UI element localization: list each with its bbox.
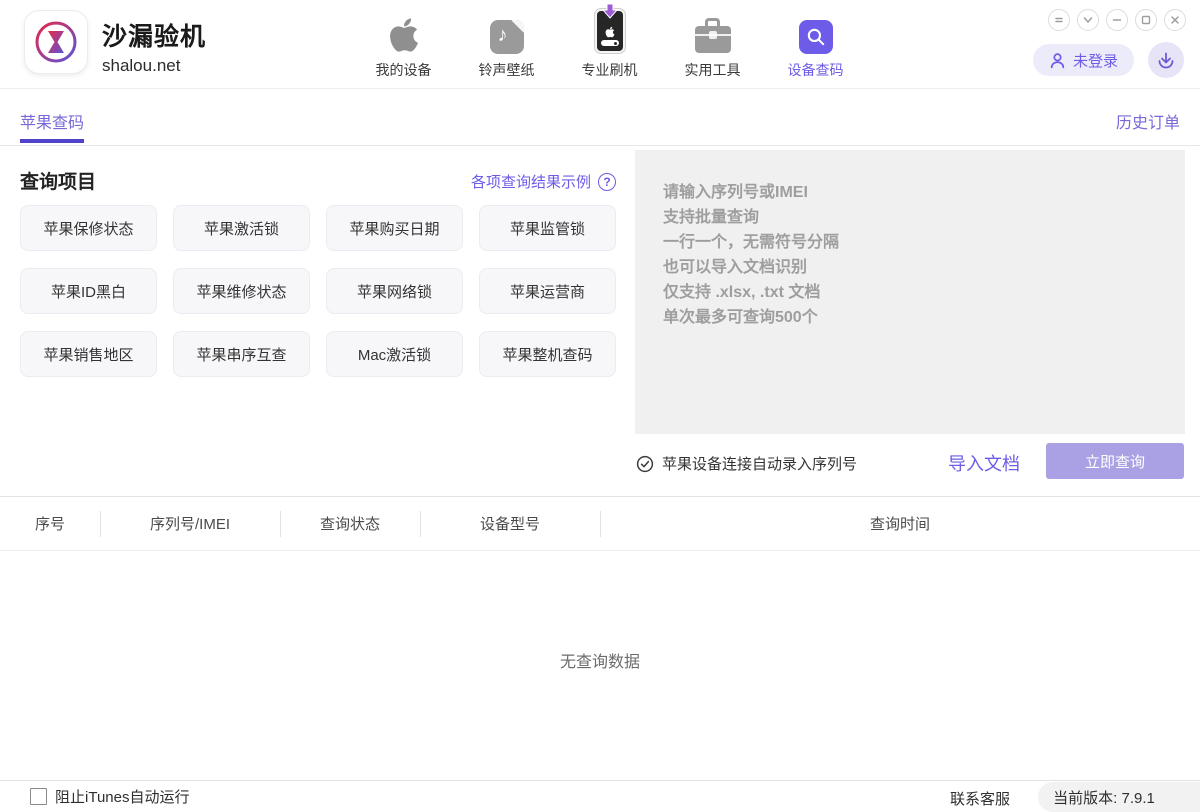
import-document-link[interactable]: 导入文档 bbox=[948, 450, 1020, 476]
checkbox-icon[interactable] bbox=[30, 788, 47, 805]
check-circle-icon bbox=[636, 455, 654, 473]
app-window: 沙漏验机 shalou.net 我的设备 ♪ 铃声壁纸 bbox=[0, 0, 1200, 812]
nav-label: 专业刷机 bbox=[582, 60, 638, 80]
nav-item-ringtone-wallpaper[interactable]: ♪ 铃声壁纸 bbox=[455, 7, 558, 80]
chevron-down-icon[interactable] bbox=[1077, 9, 1099, 31]
itunes-checkbox-label: 阻止iTunes自动运行 bbox=[55, 786, 189, 807]
close-icon[interactable] bbox=[1164, 9, 1186, 31]
query-item-button[interactable]: 苹果激活锁 bbox=[173, 205, 310, 251]
examples-label: 各项查询结果示例 bbox=[471, 171, 591, 192]
apple-icon bbox=[389, 7, 419, 57]
wallpaper-icon: ♪ bbox=[490, 20, 524, 54]
version-badge: 当前版本: 7.9.1 bbox=[1038, 782, 1200, 812]
itunes-block-checkbox[interactable]: 阻止iTunes自动运行 bbox=[30, 786, 189, 807]
main-nav: 我的设备 ♪ 铃声壁纸 bbox=[352, 7, 867, 80]
query-item-button[interactable]: 苹果维修状态 bbox=[173, 268, 310, 314]
query-item-button[interactable]: 苹果ID黑白 bbox=[20, 268, 157, 314]
minimize-icon[interactable] bbox=[1106, 9, 1128, 31]
tab-underline bbox=[20, 139, 84, 143]
nav-label: 实用工具 bbox=[685, 60, 741, 80]
app-title: 沙漏验机 bbox=[102, 17, 206, 53]
tab-apple-check[interactable]: 苹果查码 bbox=[20, 109, 84, 133]
contact-support-link[interactable]: 联系客服 bbox=[950, 788, 1010, 809]
query-section: 查询项目 各项查询结果示例 ? 苹果保修状态 苹果激活锁 苹果购买日期 苹果监管… bbox=[0, 147, 1200, 496]
query-item-button[interactable]: 苹果购买日期 bbox=[326, 205, 463, 251]
tab-bar: 苹果查码 历史订单 bbox=[0, 90, 1200, 146]
user-icon bbox=[1049, 52, 1066, 69]
login-button[interactable]: 未登录 bbox=[1033, 44, 1134, 76]
auto-entry-toggle[interactable]: 苹果设备连接自动录入序列号 bbox=[636, 453, 857, 474]
login-label: 未登录 bbox=[1073, 50, 1118, 71]
message-icon[interactable] bbox=[1048, 9, 1070, 31]
hourglass-logo-icon bbox=[33, 19, 79, 65]
download-icon bbox=[1156, 50, 1176, 70]
help-icon[interactable]: ? bbox=[598, 173, 616, 191]
app-subtitle: shalou.net bbox=[102, 56, 206, 76]
maximize-icon[interactable] bbox=[1135, 9, 1157, 31]
flash-phone-icon bbox=[593, 4, 627, 54]
query-item-button[interactable]: 苹果运营商 bbox=[479, 268, 616, 314]
query-examples-link[interactable]: 各项查询结果示例 ? bbox=[471, 171, 616, 192]
nav-item-device-check[interactable]: 设备查码 bbox=[764, 7, 867, 80]
history-orders-link[interactable]: 历史订单 bbox=[1116, 109, 1180, 133]
column-header-time: 查询时间 bbox=[600, 513, 1200, 534]
auto-entry-label: 苹果设备连接自动录入序列号 bbox=[662, 453, 857, 474]
empty-state-text: 无查询数据 bbox=[0, 648, 1200, 672]
query-item-button[interactable]: 苹果销售地区 bbox=[20, 331, 157, 377]
column-header-serial: 序列号/IMEI bbox=[100, 513, 280, 534]
nav-label: 铃声壁纸 bbox=[479, 60, 535, 80]
column-header-model: 设备型号 bbox=[420, 513, 600, 534]
query-now-button[interactable]: 立即查询 bbox=[1046, 443, 1184, 479]
music-note-glyph: ♪ bbox=[498, 24, 508, 47]
query-items-grid: 苹果保修状态 苹果激活锁 苹果购买日期 苹果监管锁 苹果ID黑白 苹果维修状态 … bbox=[20, 205, 616, 377]
toolbox-icon bbox=[695, 18, 731, 54]
serial-number-input[interactable] bbox=[635, 150, 1185, 434]
query-item-button[interactable]: 苹果整机查码 bbox=[479, 331, 616, 377]
app-header: 沙漏验机 shalou.net 我的设备 ♪ 铃声壁纸 bbox=[0, 0, 1200, 89]
title-block: 沙漏验机 shalou.net bbox=[102, 17, 206, 76]
nav-label: 设备查码 bbox=[788, 60, 844, 80]
footer-bar: 阻止iTunes自动运行 联系客服 当前版本: 7.9.1 bbox=[0, 780, 1200, 812]
query-items-heading: 查询项目 bbox=[20, 167, 96, 194]
download-arrow-glyph bbox=[602, 4, 618, 19]
download-button[interactable] bbox=[1148, 42, 1184, 78]
query-item-button[interactable]: 苹果保修状态 bbox=[20, 205, 157, 251]
query-item-button[interactable]: 苹果串序互查 bbox=[173, 331, 310, 377]
column-header-index: 序号 bbox=[0, 513, 100, 534]
nav-item-utilities[interactable]: 实用工具 bbox=[661, 7, 764, 80]
column-header-status: 查询状态 bbox=[280, 513, 420, 534]
nav-label: 我的设备 bbox=[376, 60, 432, 80]
window-controls bbox=[1048, 9, 1186, 31]
nav-item-my-devices[interactable]: 我的设备 bbox=[352, 7, 455, 80]
query-item-button[interactable]: 苹果监管锁 bbox=[479, 205, 616, 251]
wallpaper-corner bbox=[511, 20, 524, 33]
search-icon bbox=[799, 20, 833, 54]
query-item-button[interactable]: 苹果网络锁 bbox=[326, 268, 463, 314]
app-logo bbox=[25, 11, 87, 73]
query-item-button[interactable]: Mac激活锁 bbox=[326, 331, 463, 377]
nav-item-pro-flash[interactable]: 专业刷机 bbox=[558, 7, 661, 80]
results-table-header: 序号 序列号/IMEI 查询状态 设备型号 查询时间 bbox=[0, 496, 1200, 551]
